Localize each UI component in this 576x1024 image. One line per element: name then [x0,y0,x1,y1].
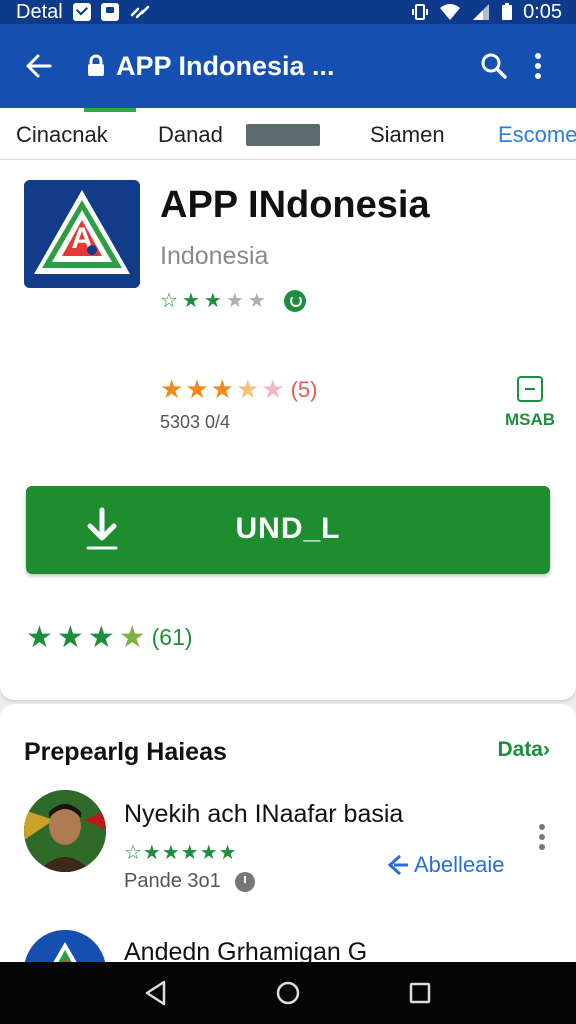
badge-icon [283,289,306,312]
reviewer-name: Andedn Grhamigan G [124,938,368,962]
info-widget-label: MSAB [504,410,556,429]
chevron-right-icon: › [543,738,550,761]
app-info-card: A APP INdonesia Indonesia ☆ ★ ★ ★ ★ ★ ★ … [0,160,576,700]
app-bar: APP Indonesia ... [0,24,576,108]
battery-icon [502,3,513,20]
reply-icon [387,854,408,876]
review-item: Nyekih ach INaafar basia ☆★★★★★ Pande 3o… [24,790,564,893]
star-icon: ★ [181,290,200,312]
tab-bar: Cinacnak Danad Siamen Escome [0,108,576,160]
star-icon: ★ [185,374,209,404]
rating-summary: ★ ★ ★ ★ ★ (5) [160,374,317,405]
developer-name: Indonesia [160,242,269,270]
tab-siamen[interactable]: Siamen [370,122,445,148]
status-label: Detal [16,0,63,23]
more-vert-icon [535,53,541,79]
content-rating: ☆ ★ ★ ★ ★ [160,288,306,313]
star-icon: ★ [160,374,184,404]
more-dot [539,834,545,840]
nav-recents-icon [409,982,431,1004]
nav-back-button[interactable] [136,973,176,1013]
star-icon: ★ [87,621,115,654]
app-icon: A [24,180,140,288]
star-icon: ★ [56,621,84,654]
review-meta: Pande 3o1 [124,870,255,893]
nav-back-icon [145,980,166,1006]
info-widget[interactable]: MSAB [500,376,560,430]
user-rating: ★ ★ ★ ★ (61) [26,620,193,655]
nav-home-icon [276,981,300,1005]
install-label: UND_L [235,512,341,545]
review-stars: ☆★★★★★ [124,842,238,864]
reviewer-name: Nyekih ach INaafar basia [124,800,404,828]
status-time: 0:05 [523,0,562,23]
signal-icon [473,4,490,20]
review-date: Pande 3o1 [124,870,221,892]
nav-home-button[interactable] [268,973,308,1013]
star-icon: ★ [203,290,222,312]
star-icon: ★ [225,290,244,312]
tab-cinacnak[interactable]: Cinacnak [16,122,108,148]
link-icon [130,5,149,19]
install-button[interactable]: UND_L [26,486,550,574]
star-icon: ★ [118,621,146,654]
app-name: APP INdonesia [160,184,430,226]
more-dot [539,844,545,850]
lock-notification-icon [100,3,119,21]
more-options-button[interactable] [516,44,560,88]
star-icon: ★ [261,374,285,404]
system-nav-bar [0,962,576,1024]
wifi-icon [440,4,461,20]
avatar [24,790,106,872]
search-button[interactable] [472,44,516,88]
status-bar: Detal 0:05 [0,0,576,24]
lock-icon [88,54,104,76]
search-icon [481,53,507,79]
see-more-link[interactable]: Data› [497,738,550,762]
rating-value: (5) [290,376,318,402]
review-more-button[interactable] [530,822,554,858]
reviews-card: Prepearlg Haieas Data› Nyekih ach INaafa… [0,704,576,962]
section-title: Prepearlg Haieas [24,738,227,766]
star-outline-icon: ☆ [160,290,178,312]
tab-escome[interactable]: Escome [498,122,576,148]
review-action-label: Abelleaie [414,852,505,877]
see-more-label: Data [497,738,543,761]
tab-redacted[interactable] [246,124,320,146]
app-bar-title: APP Indonesia ... [116,50,335,81]
tab-danad[interactable]: Danad [158,122,223,148]
avatar [24,930,106,962]
checkbox-notification-icon [72,3,91,21]
back-arrow-icon [26,54,52,78]
minimize-box-icon [517,376,543,402]
review-action-button[interactable]: Abelleaie [386,852,505,878]
star-icon: ★ [235,374,260,404]
rating-count: (61) [151,624,193,650]
vibrate-icon [412,4,429,20]
star-icon: ★ [210,374,234,404]
more-vert-icon [539,824,545,830]
star-icon: ★ [26,621,53,654]
back-button[interactable] [16,44,60,88]
clock-icon [234,871,255,892]
review-item: Andedn Grhamigan G [24,928,564,962]
download-count: 5303 0/4 [160,412,231,432]
tab-indicator [84,108,136,112]
nav-recents-button[interactable] [400,973,440,1013]
star-icon: ★ [247,290,266,312]
